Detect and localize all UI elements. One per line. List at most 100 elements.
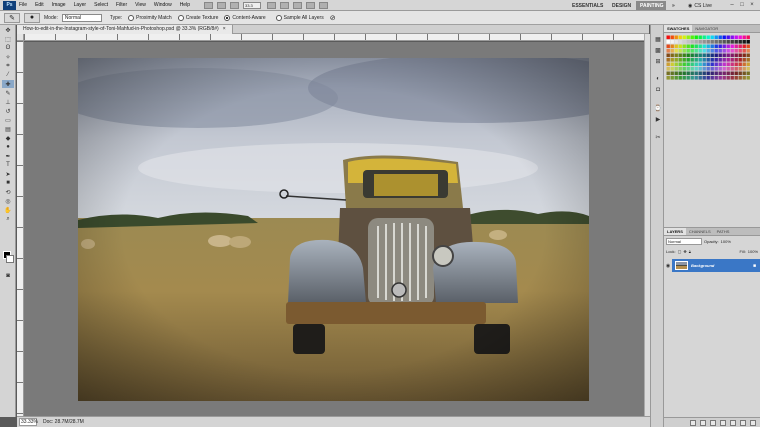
layer-mask-icon[interactable] (710, 419, 716, 426)
swatch-cell[interactable] (730, 40, 734, 44)
swatch-cell[interactable] (710, 44, 714, 49)
swatch-cell[interactable] (734, 49, 738, 53)
swatch-cell[interactable] (734, 71, 738, 76)
swatch-cell[interactable] (698, 53, 702, 58)
swatch-cell[interactable] (698, 67, 702, 71)
swatch-cell[interactable] (686, 62, 690, 67)
swatch-cell[interactable] (694, 67, 698, 71)
swatch-cell[interactable] (694, 76, 698, 80)
view-extras-icon[interactable] (229, 1, 239, 9)
swatch-cell[interactable] (738, 62, 742, 67)
eraser-tool-icon[interactable]: ▭ (2, 116, 14, 124)
swatch-cell[interactable] (730, 35, 734, 40)
tab-layers[interactable]: LAYERS (664, 228, 686, 235)
cs-live-button[interactable]: ◉ CS Live (688, 1, 712, 10)
swatch-cell[interactable] (678, 40, 682, 44)
swatch-cell[interactable] (678, 58, 682, 62)
swatch-cell[interactable] (746, 58, 750, 62)
swatch-cell[interactable] (738, 40, 742, 44)
swatch-cell[interactable] (718, 53, 722, 58)
clone-stamp-tool-icon[interactable]: ⊥ (2, 98, 14, 106)
hand-tool-icon[interactable]: ✋ (2, 206, 14, 214)
quick-mask-icon[interactable]: ◙ (2, 272, 14, 280)
swatch-cell[interactable] (730, 76, 734, 80)
swatch-cell[interactable] (674, 44, 678, 49)
swatch-cell[interactable] (734, 67, 738, 71)
swatch-cell[interactable] (682, 71, 686, 76)
swatch-cell[interactable] (682, 67, 686, 71)
close-tab-icon[interactable]: × (223, 26, 226, 32)
swatch-cell[interactable] (666, 58, 670, 62)
workspace-painting[interactable]: PAINTING (636, 1, 666, 10)
swatch-cell[interactable] (714, 53, 718, 58)
swatch-cell[interactable] (714, 76, 718, 80)
swatch-cell[interactable] (686, 58, 690, 62)
opacity-field[interactable]: 100% (721, 239, 731, 244)
swatch-cell[interactable] (718, 35, 722, 40)
actions-panel-icon[interactable]: ▶ (653, 115, 663, 123)
swatch-cell[interactable] (686, 53, 690, 58)
swatch-cell[interactable] (734, 53, 738, 58)
swatch-cell[interactable] (730, 49, 734, 53)
swatch-cell[interactable] (698, 40, 702, 44)
swatch-cell[interactable] (690, 35, 694, 40)
swatch-cell[interactable] (682, 35, 686, 40)
swatch-cell[interactable] (730, 67, 734, 71)
swatch-cell[interactable] (670, 62, 674, 67)
swatch-cell[interactable] (746, 44, 750, 49)
history-brush-tool-icon[interactable]: ↺ (2, 107, 14, 115)
swatch-cell[interactable] (686, 44, 690, 49)
swatch-cell[interactable] (742, 40, 746, 44)
pen-tool-icon[interactable]: ✒ (2, 152, 14, 160)
visibility-eye-icon[interactable]: ◉ (664, 259, 672, 272)
swatch-cell[interactable] (690, 76, 694, 80)
zoom-tool-icon[interactable] (279, 1, 289, 9)
menu-help[interactable]: Help (180, 2, 190, 8)
swatch-cell[interactable] (698, 44, 702, 49)
swatch-cell[interactable] (734, 62, 738, 67)
swatch-cell[interactable] (670, 49, 674, 53)
swatch-cell[interactable] (738, 76, 742, 80)
document-canvas-image[interactable] (78, 58, 589, 401)
swatch-cell[interactable] (702, 62, 706, 67)
swatch-cell[interactable] (714, 40, 718, 44)
path-selection-tool-icon[interactable]: ➤ (2, 170, 14, 178)
swatch-cell[interactable] (666, 67, 670, 71)
swatch-cell[interactable] (714, 49, 718, 53)
swatch-cell[interactable] (726, 40, 730, 44)
swatch-cell[interactable] (670, 58, 674, 62)
swatch-cell[interactable] (690, 49, 694, 53)
swatch-cell[interactable] (678, 49, 682, 53)
swatch-cell[interactable] (710, 71, 714, 76)
swatch-cell[interactable] (746, 53, 750, 58)
swatch-cell[interactable] (690, 71, 694, 76)
swatch-cell[interactable] (746, 67, 750, 71)
swatch-cell[interactable] (678, 67, 682, 71)
swatch-cell[interactable] (710, 76, 714, 80)
swatch-cell[interactable] (674, 62, 678, 67)
swatch-cell[interactable] (690, 58, 694, 62)
swatch-cell[interactable] (706, 76, 710, 80)
sample-all-layers-checkbox[interactable]: Sample All Layers (275, 14, 324, 21)
screen-mode-icon[interactable] (318, 1, 328, 9)
mode-select[interactable]: Normal (61, 13, 102, 22)
brush-tool-icon[interactable]: ✎ (2, 89, 14, 97)
new-layer-icon[interactable] (740, 419, 746, 426)
rotate-view-icon[interactable] (292, 1, 302, 9)
swatch-cell[interactable] (670, 53, 674, 58)
zoom-level-select[interactable]: 33.3 (242, 1, 261, 9)
link-layers-icon[interactable] (690, 419, 696, 426)
swatch-cell[interactable] (730, 71, 734, 76)
swatch-cell[interactable] (702, 40, 706, 44)
swatch-cell[interactable] (746, 62, 750, 67)
swatch-cell[interactable] (670, 40, 674, 44)
swatch-cell[interactable] (694, 53, 698, 58)
tab-navigator[interactable]: NAVIGATOR (692, 25, 721, 32)
swatch-cell[interactable] (666, 76, 670, 80)
layer-style-icon[interactable] (700, 419, 706, 426)
status-zoom-field[interactable]: 33.33% (19, 418, 38, 426)
lasso-tool-icon[interactable]: ʘ (2, 44, 14, 52)
swatch-cell[interactable] (710, 49, 714, 53)
swatch-cell[interactable] (670, 35, 674, 40)
swatch-cell[interactable] (726, 35, 730, 40)
